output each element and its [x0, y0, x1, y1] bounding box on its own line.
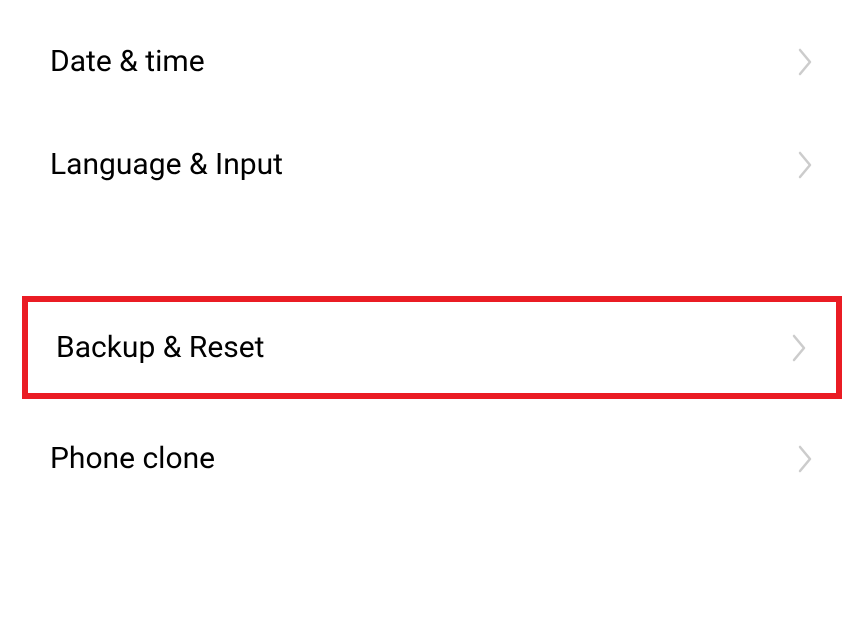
chevron-right-icon	[798, 151, 814, 179]
settings-item-language-input[interactable]: Language & Input	[0, 113, 864, 216]
settings-item-label: Backup & Reset	[56, 330, 264, 365]
settings-item-phone-clone[interactable]: Phone clone	[0, 399, 864, 510]
section-gap	[0, 216, 864, 296]
chevron-right-icon	[792, 334, 808, 362]
settings-item-label: Phone clone	[50, 441, 215, 476]
highlight-annotation: Backup & Reset	[22, 296, 842, 399]
settings-list: Date & time Language & Input Backup & Re…	[0, 0, 864, 510]
settings-item-label: Language & Input	[50, 147, 283, 182]
chevron-right-icon	[798, 48, 814, 76]
chevron-right-icon	[798, 445, 814, 473]
settings-item-backup-reset[interactable]: Backup & Reset	[28, 302, 836, 393]
settings-item-date-time[interactable]: Date & time	[0, 10, 864, 113]
settings-item-label: Date & time	[50, 44, 205, 79]
